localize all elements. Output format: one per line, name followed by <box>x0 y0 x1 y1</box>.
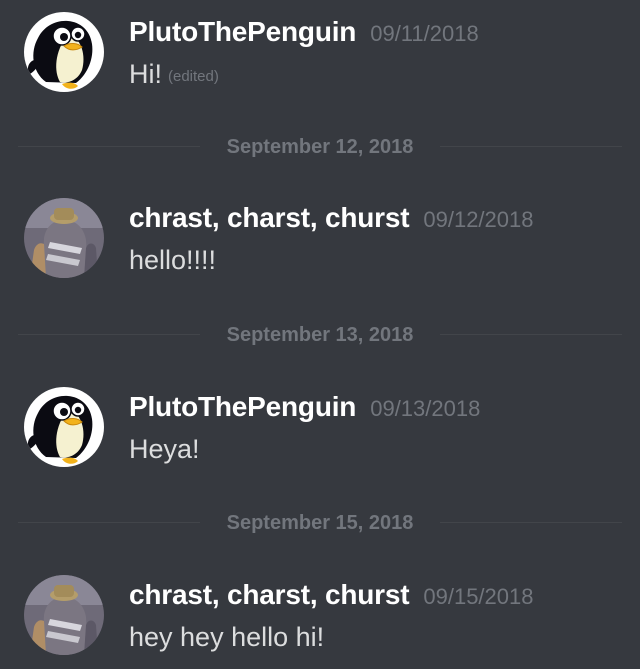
message-text: hello!!!! <box>129 245 217 275</box>
divider-line <box>18 334 200 335</box>
penguin-icon <box>24 387 104 467</box>
photo-avatar[interactable] <box>24 575 104 655</box>
message-header: PlutoThePenguin 09/11/2018 <box>129 14 479 50</box>
divider-line <box>440 334 622 335</box>
date-divider: September 12, 2018 <box>18 133 622 161</box>
message-text: Heya! <box>129 434 200 464</box>
penguin-avatar[interactable] <box>24 387 104 467</box>
date-divider: September 13, 2018 <box>18 321 622 349</box>
timestamp: 09/11/2018 <box>370 21 479 46</box>
photo-avatar-icon <box>24 575 104 655</box>
username[interactable]: PlutoThePenguin <box>129 16 356 47</box>
message-item: chrast, charst, churst 09/12/2018 hello!!… <box>0 198 640 288</box>
penguin-icon <box>24 12 104 92</box>
penguin-avatar[interactable] <box>24 12 104 92</box>
message-text: hey hey hello hi! <box>129 622 325 652</box>
message-header: chrast, charst, churst 09/12/2018 <box>129 200 533 236</box>
photo-avatar[interactable] <box>24 198 104 278</box>
message-text: Hi! <box>129 59 162 89</box>
date-divider: September 15, 2018 <box>18 509 622 537</box>
message-content: Heya! <box>129 431 200 467</box>
username[interactable]: PlutoThePenguin <box>129 391 356 422</box>
edited-label: (edited) <box>168 68 219 85</box>
username[interactable]: chrast, charst, churst <box>129 579 410 610</box>
divider-line <box>440 146 622 147</box>
date-divider-label: September 12, 2018 <box>226 136 414 158</box>
divider-line <box>18 522 200 523</box>
message-item: PlutoThePenguin 09/13/2018 Heya! <box>0 387 640 477</box>
message-content: hello!!!! <box>129 242 216 278</box>
photo-avatar-icon <box>24 198 104 278</box>
chat-messages: PlutoThePenguin 09/11/2018 Hi! (edited) Se… <box>0 0 640 669</box>
message-content: hey hey hello hi! <box>129 619 324 655</box>
timestamp: 09/12/2018 <box>423 207 534 232</box>
date-divider-label: September 15, 2018 <box>226 512 414 534</box>
message-header: chrast, charst, churst 09/15/2018 <box>129 577 533 613</box>
message-header: PlutoThePenguin 09/13/2018 <box>129 389 480 425</box>
divider-line <box>18 146 200 147</box>
message-item: PlutoThePenguin 09/11/2018 Hi! (edited) <box>0 12 640 102</box>
date-divider-label: September 13, 2018 <box>226 324 414 346</box>
username[interactable]: chrast, charst, churst <box>129 202 410 233</box>
timestamp: 09/15/2018 <box>423 584 534 609</box>
message-item: chrast, charst, churst 09/15/2018 hey hey… <box>0 575 640 665</box>
message-content: Hi! (edited) <box>129 56 219 95</box>
divider-line <box>440 522 622 523</box>
timestamp: 09/13/2018 <box>370 396 481 421</box>
